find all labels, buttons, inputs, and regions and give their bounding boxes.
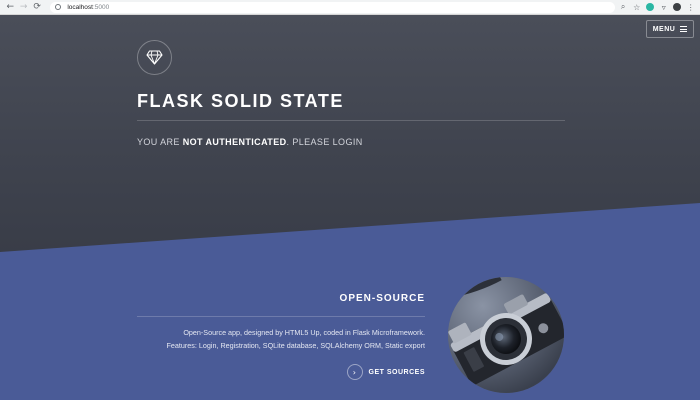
title-divider [137,120,565,121]
camera-illustration [448,277,564,393]
feature-description: Open-Source app, designed by HTML5 Up, c… [167,326,425,352]
feature-description-line: Open-Source app, designed by HTML5 Up, c… [183,328,425,337]
site-title: FLASK SOLID STATE [137,91,344,111]
feature-title: OPEN-SOURCE [339,293,425,304]
menu-button[interactable]: MENU [646,20,694,38]
page: MENU FLASK SOLID STATE YOU ARE NOT AUTHE… [0,15,700,400]
get-sources-label: GET SOURCES [368,368,425,376]
diamond-icon [146,50,163,65]
account-icon[interactable] [672,2,683,13]
more-options-icon[interactable]: ⋮ [685,2,696,13]
browser-toolbar: ← → ⟳ localhost:5000 ⌕ ☆ ▿ ⋮ [0,0,700,15]
zoom-icon[interactable]: ⌕ [618,2,629,13]
forward-icon[interactable]: → [17,1,29,14]
feature-divider [137,316,425,317]
chevron-right-icon: › [346,364,363,380]
reload-icon[interactable]: ⟳ [31,1,43,14]
auth-prefix: YOU ARE [137,137,183,147]
info-icon[interactable] [55,4,62,10]
hamburger-icon [680,26,688,32]
back-icon[interactable]: ← [4,1,16,14]
get-sources-button[interactable]: › GET SOURCES [346,364,425,380]
menu-label: MENU [652,25,676,33]
auth-login-link[interactable]: . PLEASE LOGIN [287,137,363,147]
auth-status: YOU ARE NOT AUTHENTICATED. PLEASE LOGIN [137,137,363,147]
logo[interactable] [137,40,172,75]
url-host: localhost [67,3,93,11]
feature-description-line: Features: Login, Registration, SQLite da… [166,341,425,350]
camera-image [448,277,564,393]
bookmark-star-icon[interactable]: ☆ [631,2,642,13]
address-bar[interactable]: localhost:5000 [50,1,615,13]
wifi-extension-icon[interactable]: ▿ [658,2,669,13]
url-port: :5000 [92,3,110,11]
extension-icon[interactable] [645,2,656,13]
auth-status-bold: NOT AUTHENTICATED [182,137,287,147]
